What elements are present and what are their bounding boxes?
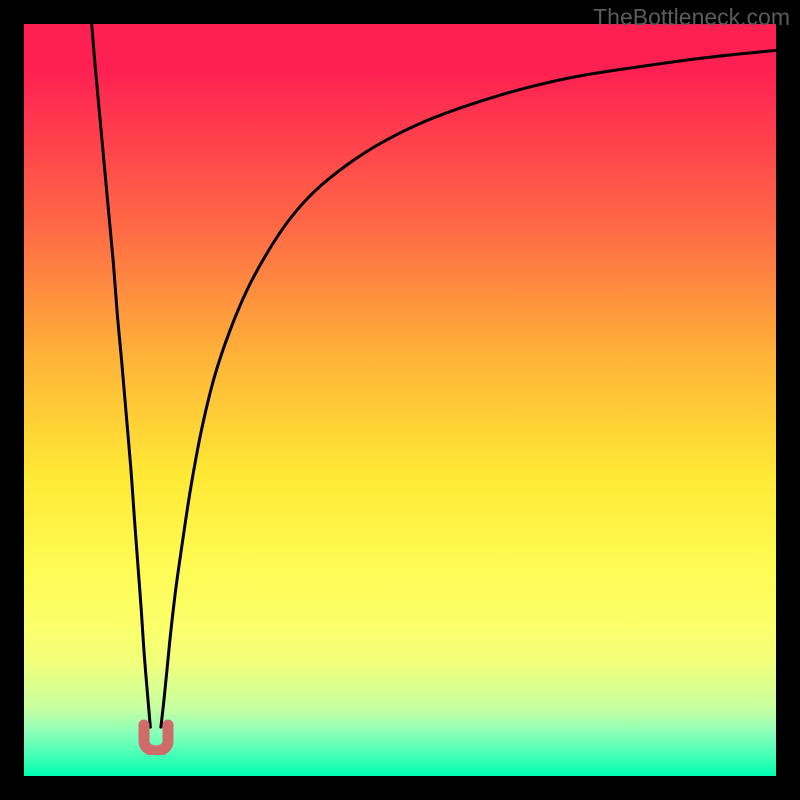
watermark-text: TheBottleneck.com (593, 4, 790, 31)
plot-area (24, 24, 776, 776)
bottleneck-heat-gradient (24, 24, 776, 776)
chart-container: TheBottleneck.com (0, 0, 800, 800)
